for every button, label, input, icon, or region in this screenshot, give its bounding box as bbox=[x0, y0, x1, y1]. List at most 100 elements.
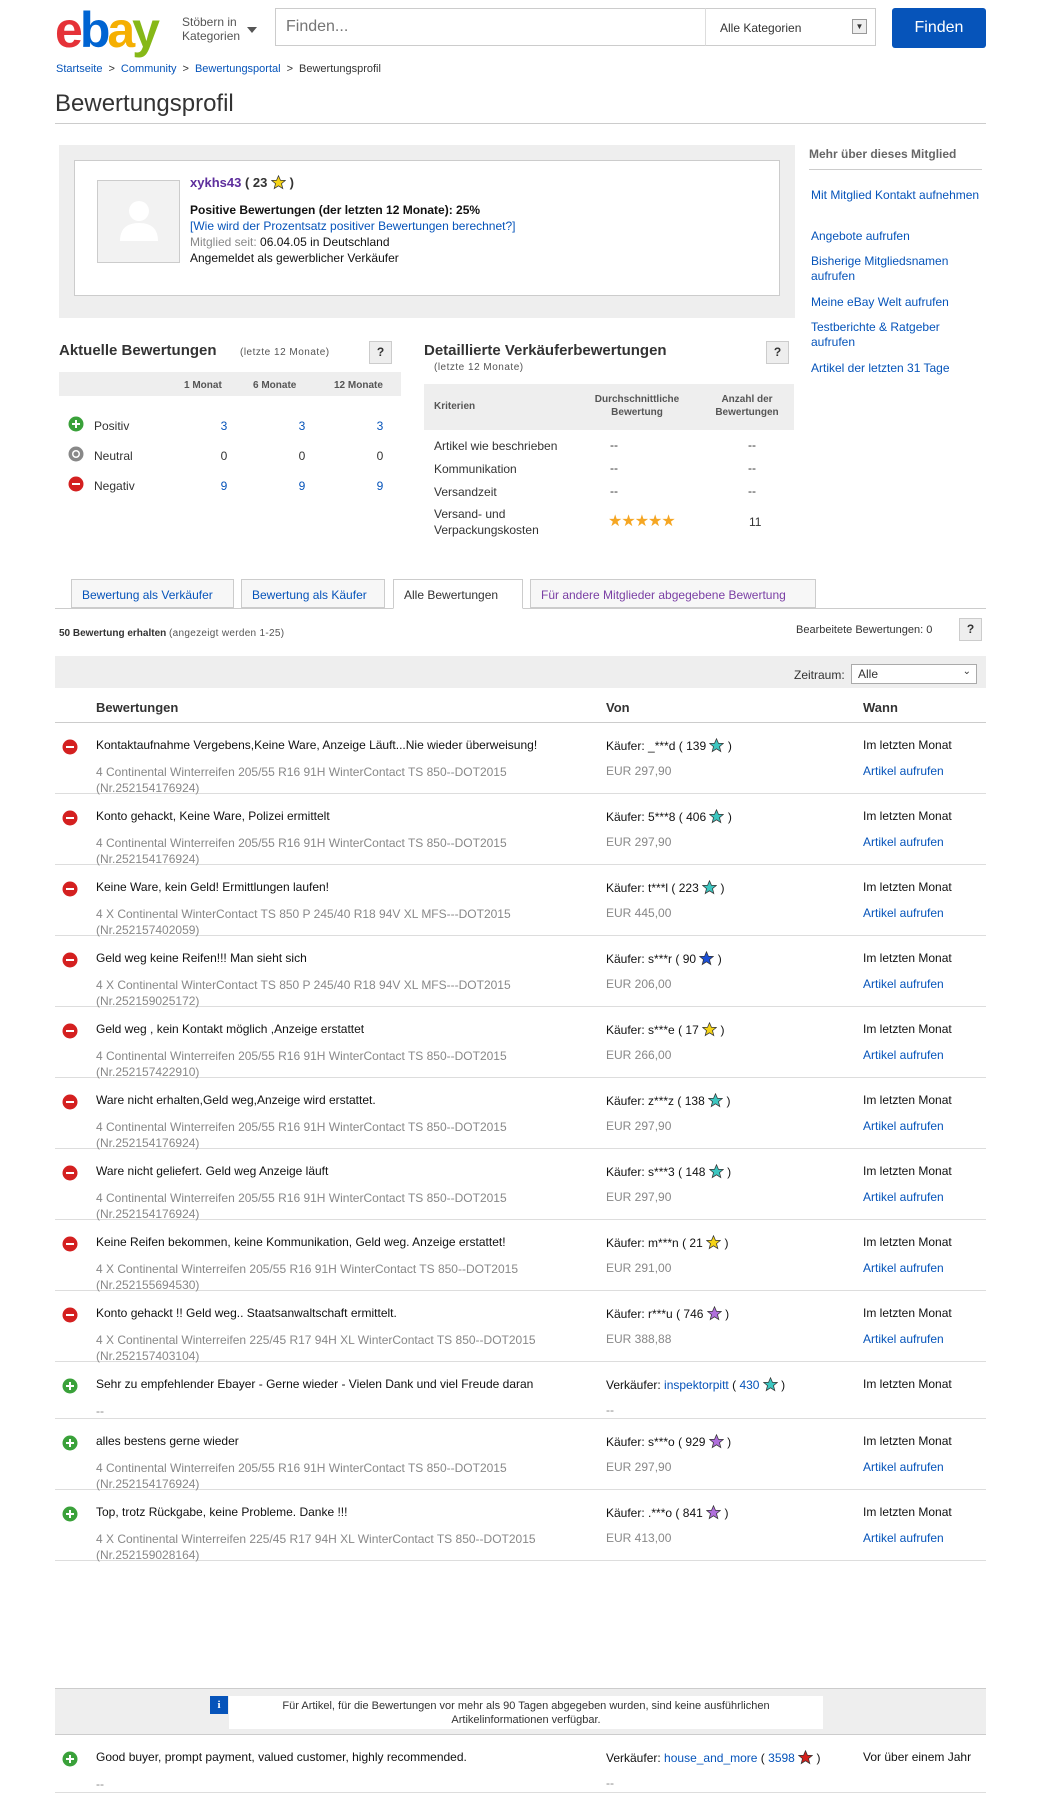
dsr-count: -- bbox=[748, 438, 756, 452]
view-item-link[interactable]: Artikel aufrufen bbox=[863, 906, 944, 920]
dsr-criterion: Versand- und Verpackungskosten bbox=[434, 507, 539, 537]
logo-letter-e: e bbox=[55, 2, 83, 58]
col-1-month: 1 Monat bbox=[184, 380, 222, 391]
dsr-help-button[interactable]: ? bbox=[766, 341, 789, 364]
dsr-title: Detaillierte Verkäuferbewertungen bbox=[424, 342, 667, 359]
feedback-row: Geld weg , kein Kontakt möglich ,Anzeige… bbox=[55, 1007, 986, 1079]
from-score-open: ( bbox=[678, 739, 687, 753]
period-label: Zeitraum: bbox=[794, 668, 845, 682]
view-item-link[interactable]: Artikel aufrufen bbox=[863, 1190, 944, 1204]
feedback-item: 4 X Continental Winterreifen 205/55 R16 … bbox=[96, 1261, 566, 1293]
feedback-row: Konto gehackt, Keine Ware, Polizei ermit… bbox=[55, 794, 986, 867]
feedback-from: Käufer: _***d ( 139 ) bbox=[606, 738, 732, 753]
breadcrumb-current: Bewertungsprofil bbox=[299, 63, 381, 75]
dsr-average: -- bbox=[610, 484, 618, 498]
view-item-link[interactable]: Artikel aufrufen bbox=[863, 1460, 944, 1474]
red-star-icon bbox=[798, 1750, 814, 1765]
chevron-down-icon: ⌄ bbox=[962, 666, 971, 677]
recent-value[interactable]: 9 bbox=[292, 479, 312, 493]
category-select-value: Alle Kategorien bbox=[720, 21, 802, 35]
feedback-from: Käufer: s***o ( 929 ) bbox=[606, 1434, 731, 1449]
breadcrumb-home[interactable]: Startseite bbox=[56, 63, 102, 75]
recent-value: 0 bbox=[220, 449, 228, 463]
dsr-count: -- bbox=[748, 461, 756, 475]
feedback-row: Kontaktaufnahme Vergebens,Keine Ware, An… bbox=[55, 723, 986, 795]
ebay-logo[interactable]: ebay bbox=[55, 2, 160, 58]
sidebar-link-my-world[interactable]: Meine eBay Welt aufrufen bbox=[811, 295, 981, 310]
search-input[interactable] bbox=[276, 9, 716, 45]
recent-ratings-help-button[interactable]: ? bbox=[369, 341, 392, 364]
feedback-score: 23 bbox=[252, 175, 268, 190]
view-item-link[interactable]: Artikel aufrufen bbox=[863, 1531, 944, 1545]
sidebar-link-reviews-guides[interactable]: Testberichte & Ratgeber aufrufen bbox=[811, 320, 981, 350]
feedback-count: 50 Bewertung erhalten (angezeigt werden … bbox=[59, 628, 284, 639]
feedback-comment: Konto gehackt !! Geld weg.. Staatsanwalt… bbox=[96, 1306, 397, 1320]
category-select[interactable]: Alle Kategorien ▼ bbox=[705, 8, 876, 46]
view-item-link[interactable]: Artikel aufrufen bbox=[863, 1119, 944, 1133]
purple-star-icon bbox=[706, 1505, 722, 1520]
logo-letter-b: b bbox=[79, 2, 110, 58]
edited-help-button[interactable]: ? bbox=[959, 618, 982, 641]
neutral-icon bbox=[68, 446, 84, 462]
recent-value[interactable]: 3 bbox=[292, 419, 312, 433]
recent-value[interactable]: 9 bbox=[370, 479, 390, 493]
dsr-col-avg-1: Durchschnittliche bbox=[594, 394, 680, 405]
breadcrumb-separator: > bbox=[108, 63, 115, 75]
feedback-item-title: 4 Continental Winterreifen 205/55 R16 91… bbox=[96, 836, 507, 850]
negative-icon bbox=[62, 1236, 78, 1252]
breadcrumb-feedback-portal[interactable]: Bewertungsportal bbox=[195, 63, 281, 75]
tab-as-buyer[interactable]: Bewertung als Käufer bbox=[241, 579, 385, 608]
feedback-from: Käufer: z***z ( 138 ) bbox=[606, 1093, 730, 1108]
from-username[interactable]: house_and_more bbox=[664, 1751, 757, 1765]
recent-label-positive: Positiv bbox=[94, 419, 130, 433]
feedback-comment: Kontaktaufnahme Vergebens,Keine Ware, An… bbox=[96, 738, 538, 752]
recent-value: 0 bbox=[376, 449, 384, 463]
avatar bbox=[97, 180, 180, 263]
view-item-link[interactable]: Artikel aufrufen bbox=[863, 835, 944, 849]
tab-all[interactable]: Alle Bewertungen bbox=[393, 579, 523, 609]
feedback-row: alles bestens gerne wieder 4 Continental … bbox=[55, 1419, 986, 1491]
feedback-when: Im letzten Monat bbox=[863, 1434, 952, 1448]
logo-letter-a: a bbox=[107, 2, 135, 58]
browse-categories-button[interactable]: Stöbern in Kategorien bbox=[182, 15, 240, 43]
sidebar-link-previous-names[interactable]: Bisherige Mitgliedsnamen aufrufen bbox=[811, 254, 981, 284]
tab-as-seller[interactable]: Bewertung als Verkäufer bbox=[71, 579, 234, 608]
recent-value[interactable]: 9 bbox=[214, 479, 234, 493]
breadcrumb-community[interactable]: Community bbox=[121, 63, 177, 75]
breadcrumb-separator: > bbox=[286, 63, 294, 75]
view-item-link[interactable]: Artikel aufrufen bbox=[863, 1332, 944, 1346]
feedback-item-title: 4 Continental Winterreifen 205/55 R16 91… bbox=[96, 1461, 507, 1475]
username-link[interactable]: xykhs43 bbox=[190, 175, 241, 190]
view-item-link[interactable]: Artikel aufrufen bbox=[863, 1261, 944, 1275]
from-username[interactable]: inspektorpitt bbox=[664, 1378, 729, 1392]
recent-value[interactable]: 3 bbox=[370, 419, 390, 433]
sidebar-link-recent-items[interactable]: Artikel der letzten 31 Tage bbox=[811, 361, 981, 376]
info-notice: Für Artikel, für die Bewertungen vor meh… bbox=[229, 1696, 823, 1729]
feedback-price: EUR 413,00 bbox=[606, 1531, 672, 1545]
feedback-item: 4 Continental Winterreifen 205/55 R16 91… bbox=[96, 1190, 566, 1222]
feedback-row: Ware nicht geliefert. Geld weg Anzeige l… bbox=[55, 1149, 986, 1222]
feedback-item: 4 Continental Winterreifen 205/55 R16 91… bbox=[96, 835, 566, 867]
from-score-open: ( bbox=[675, 1506, 683, 1520]
turquoise-star-icon bbox=[762, 1377, 778, 1392]
sidebar-link-listings[interactable]: Angebote aufrufen bbox=[811, 229, 981, 244]
info-notice-line2: Artikelinformationen verfügbar. bbox=[451, 1714, 601, 1726]
purple-star-icon bbox=[708, 1434, 724, 1449]
from-score-open: ( bbox=[671, 881, 679, 895]
breadcrumb-separator: > bbox=[182, 63, 189, 75]
turquoise-star-icon bbox=[709, 809, 725, 824]
tab-left-for-others[interactable]: Für andere Mitglieder abgegebene Bewertu… bbox=[530, 579, 816, 608]
view-item-link[interactable]: Artikel aufrufen bbox=[863, 977, 944, 991]
recent-value[interactable]: 3 bbox=[214, 419, 234, 433]
how-calculated-link[interactable]: [Wie wird der Prozentsatz positiver Bewe… bbox=[190, 219, 516, 233]
view-item-link[interactable]: Artikel aufrufen bbox=[863, 764, 944, 778]
browse-line2: Kategorien bbox=[182, 29, 241, 43]
period-select[interactable]: Alle ⌄ bbox=[851, 664, 977, 684]
feedback-comment: Keine Reifen bekommen, keine Kommunikati… bbox=[96, 1235, 506, 1249]
feedback-price: EUR 297,90 bbox=[606, 1190, 672, 1204]
find-button[interactable]: Finden bbox=[892, 8, 986, 48]
view-item-link[interactable]: Artikel aufrufen bbox=[863, 1048, 944, 1062]
feedback-price: EUR 297,90 bbox=[606, 1460, 672, 1474]
sidebar-link-contact[interactable]: Mit Mitglied Kontakt aufnehmen bbox=[811, 188, 981, 203]
feedback-price: -- bbox=[606, 1776, 614, 1790]
